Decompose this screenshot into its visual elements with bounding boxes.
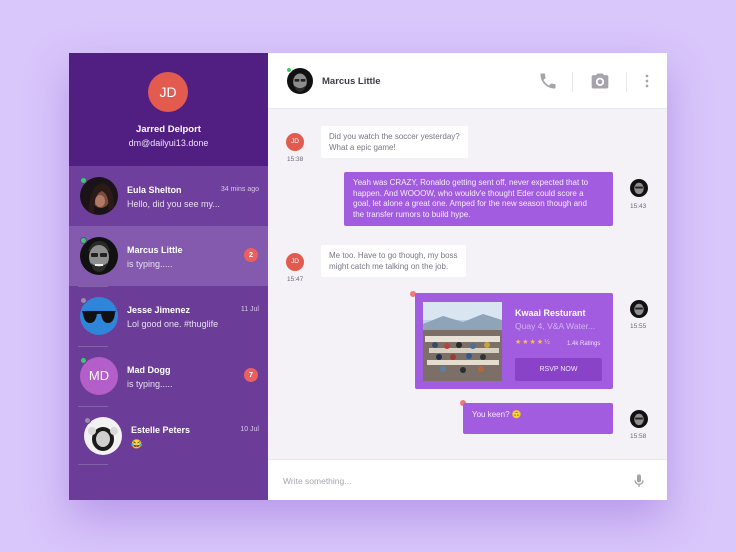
message-line: Did you watch the soccer yesterday?	[329, 132, 460, 141]
contact-jesse-jimenez[interactable]: Jesse Jimenez Lol good one. #thuglife 11…	[69, 286, 268, 346]
divider	[78, 346, 108, 347]
sender-avatar	[630, 410, 648, 428]
unread-badge: 2	[244, 248, 258, 262]
online-indicator	[80, 237, 87, 244]
online-indicator	[80, 177, 87, 184]
offline-indicator	[84, 417, 91, 424]
restaurant-address: Quay 4, V&A Water...	[515, 321, 595, 331]
message-time: 15:58	[630, 433, 647, 440]
message-line: the transfer rumors to build hype.	[353, 209, 471, 219]
online-indicator	[80, 357, 87, 364]
contact-name: Jesse Jimenez	[127, 305, 191, 315]
unread-badge: 7	[244, 368, 258, 382]
message-text: You keen? 🙃	[472, 410, 522, 419]
restaurant-photo	[423, 302, 502, 381]
message-bubble-incoming: Did you watch the soccer yesterday? What…	[321, 126, 468, 158]
contact-time: 10 Jul	[240, 426, 259, 433]
message-bubble-incoming: Me too. Have to go though, my boss might…	[321, 245, 466, 277]
sender-avatar: JD	[286, 133, 304, 151]
contact-time: 34 mins ago	[220, 186, 259, 193]
message-bubble-outgoing: You keen? 🙃	[463, 403, 613, 434]
contact-marcus-little[interactable]: Marcus Little is typing..... 2	[69, 226, 268, 286]
contact-last-message: Hello, did you see my...	[127, 199, 220, 209]
message-line: goal, let alone a great one. Amped for t…	[353, 199, 587, 208]
contact-list: Eula Shelton Hello, did you see my... 34…	[69, 166, 268, 466]
offline-indicator	[80, 297, 87, 304]
contact-eula-shelton[interactable]: Eula Shelton Hello, did you see my... 34…	[69, 166, 268, 226]
contact-estelle-peters[interactable]: Estelle Peters 😂 10 Jul	[69, 406, 268, 466]
chat-header: Marcus Little	[268, 53, 667, 109]
message-time: 15:38	[287, 156, 304, 163]
sender-avatar	[630, 179, 648, 197]
divider	[78, 406, 108, 407]
divider	[78, 464, 108, 465]
message-bubble-outgoing: Yeah was CRAZY, Ronaldo getting sent off…	[344, 172, 613, 226]
message-time: 15:55	[630, 323, 647, 330]
message-time: 15:47	[287, 276, 304, 283]
contact-name: Estelle Peters	[131, 425, 191, 435]
microphone-icon[interactable]	[631, 472, 647, 490]
restaurant-name: Kwaai Resturant	[515, 308, 586, 318]
sidebar: JD Jarred Delport dm@dailyui13.done Eula…	[69, 53, 268, 500]
contact-last-message: 😂	[131, 439, 143, 449]
contact-name: Eula Shelton	[127, 185, 182, 195]
profile-email: dm@dailyui13.done	[128, 138, 209, 148]
online-indicator	[286, 67, 292, 73]
contact-last-message: is typing.....	[127, 259, 173, 269]
message-composer	[268, 459, 667, 500]
rating-stars: ★★★★½	[515, 339, 551, 346]
message-line: What a epic game!	[329, 143, 396, 152]
message-line: Yeah was CRAZY, Ronaldo getting sent off…	[353, 178, 589, 187]
phone-icon[interactable]	[538, 71, 558, 91]
message-input[interactable]	[283, 471, 613, 491]
more-vertical-icon[interactable]	[637, 71, 657, 91]
chat-panel: Marcus Little JD 15:38 Did you watch the…	[268, 53, 667, 500]
sender-avatar	[630, 300, 648, 318]
restaurant-card[interactable]: Kwaai Resturant Quay 4, V&A Water... ★★★…	[415, 293, 613, 389]
contact-mad-dogg[interactable]: MD Mad Dogg is typing..... 7	[69, 346, 268, 406]
contact-time: 11 Jul	[240, 306, 259, 313]
message-time: 15:43	[630, 203, 647, 210]
ratings-count: 1.4k Ratings	[567, 341, 601, 347]
camera-icon[interactable]	[590, 71, 610, 91]
profile-name: Jarred Delport	[136, 124, 201, 135]
rsvp-button[interactable]: RSVP NOW	[515, 358, 602, 381]
divider	[572, 72, 573, 92]
message-line: Me too. Have to go though, my boss	[329, 251, 458, 260]
contact-name: Mad Dogg	[127, 365, 171, 375]
contact-last-message: is typing.....	[127, 379, 173, 389]
divider	[78, 286, 108, 287]
sender-avatar: JD	[286, 253, 304, 271]
chat-contact-name: Marcus Little	[322, 76, 381, 87]
profile-avatar[interactable]: JD	[148, 72, 188, 112]
contact-name: Marcus Little	[127, 245, 183, 255]
contact-last-message: Lol good one. #thuglife	[127, 319, 219, 329]
message-line: might catch me talking on the job.	[329, 262, 449, 271]
chat-app: JD Jarred Delport dm@dailyui13.done Eula…	[69, 53, 667, 500]
message-line: happen. And WOOOW, who wouldv'e thought …	[353, 188, 584, 198]
divider	[626, 72, 627, 92]
profile-header: JD Jarred Delport dm@dailyui13.done	[69, 53, 268, 166]
